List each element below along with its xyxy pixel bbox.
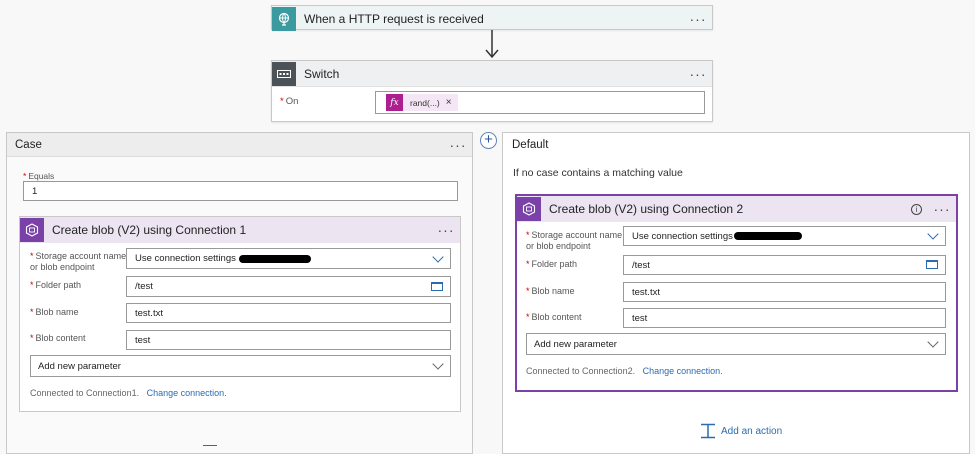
folder-path-input[interactable]: /test [623,255,946,275]
blob-name-input[interactable]: test.txt [623,282,946,302]
chevron-down-icon [432,358,444,370]
blob-content-input[interactable]: test [623,308,946,328]
switch-title: Switch [304,66,340,81]
trigger-title: When a HTTP request is received [304,12,484,26]
default-note: If no case contains a matching value [513,167,683,179]
switch-card[interactable]: Switch ··· * On fx rand(...) × [271,60,713,122]
add-parameter-dropdown[interactable]: Add new parameter [526,333,946,355]
folder-path-input[interactable]: /test [126,276,451,297]
blob-content-label: * Blob content [526,312,582,322]
folder-icon[interactable] [926,260,938,269]
create-blob-card-1[interactable]: Create blob (V2) using Connection 1 ··· … [19,216,461,412]
trigger-menu-button[interactable]: ··· [684,12,712,26]
token-remove-icon[interactable]: × [446,97,458,108]
add-action-icon-partial[interactable] [203,445,217,451]
equals-input[interactable]: 1 [23,181,458,201]
blob-storage-icon [20,218,44,242]
default-column: Default If no case contains a matching v… [502,132,970,454]
action-title: Create blob (V2) using Connection 1 [52,223,247,237]
add-action-icon [701,423,715,439]
connection-info: Connected to Connection1. Change connect… [30,388,227,398]
globe-icon [272,7,296,31]
chevron-down-icon [927,336,939,348]
storage-label: * Storage account name or blob endpoint [526,230,623,251]
change-connection-link[interactable]: Change connection. [147,388,227,398]
storage-label: * Storage account name or blob endpoint [30,251,127,272]
info-icon[interactable]: i [911,203,922,215]
equals-label: * Equals [23,171,55,181]
folder-icon[interactable] [431,282,443,291]
blob-storage-icon [517,197,541,221]
case-column: Case ··· * Equals 1 Create blob (V2) usin… [6,132,473,454]
flow-arrow-icon [485,30,499,59]
default-title: Default [512,139,549,151]
blob-name-input[interactable]: test.txt [126,303,451,323]
action-title: Create blob (V2) using Connection 2 [549,202,744,216]
folder-label: * Folder path [30,280,82,290]
storage-dropdown[interactable]: Use connection settings [126,248,451,269]
create-blob-card-2[interactable]: Create blob (V2) using Connection 2 i ··… [515,194,958,392]
chevron-down-icon [432,251,444,263]
blob-name-label: * Blob name [526,286,575,296]
expression-token[interactable]: fx rand(...) × [386,94,458,111]
action-menu-button[interactable]: ··· [432,223,460,237]
redacted-text [238,254,311,263]
add-case-button[interactable]: + [480,132,497,149]
blob-name-label: * Blob name [30,307,79,317]
http-trigger-card[interactable]: When a HTTP request is received ··· [271,5,713,31]
connection-info: Connected to Connection2. Change connect… [526,366,723,376]
blob-content-label: * Blob content [30,333,86,343]
case-menu-button[interactable]: ··· [444,138,472,152]
fx-icon: fx [386,94,403,111]
on-label: * On [280,96,299,107]
action-menu-button[interactable]: ··· [928,202,956,216]
storage-dropdown[interactable]: Use connection settings [623,226,946,246]
on-input[interactable]: fx rand(...) × [375,91,705,114]
add-action-button[interactable]: Add an action [700,423,782,439]
chevron-down-icon [927,228,939,240]
blob-content-input[interactable]: test [126,330,451,350]
switch-menu-button[interactable]: ··· [684,67,712,81]
switch-icon [272,61,296,86]
change-connection-link[interactable]: Change connection. [643,366,723,376]
add-parameter-dropdown[interactable]: Add new parameter [30,355,451,377]
redacted-text [733,232,802,240]
folder-label: * Folder path [526,259,578,269]
case-title: Case [15,138,42,151]
